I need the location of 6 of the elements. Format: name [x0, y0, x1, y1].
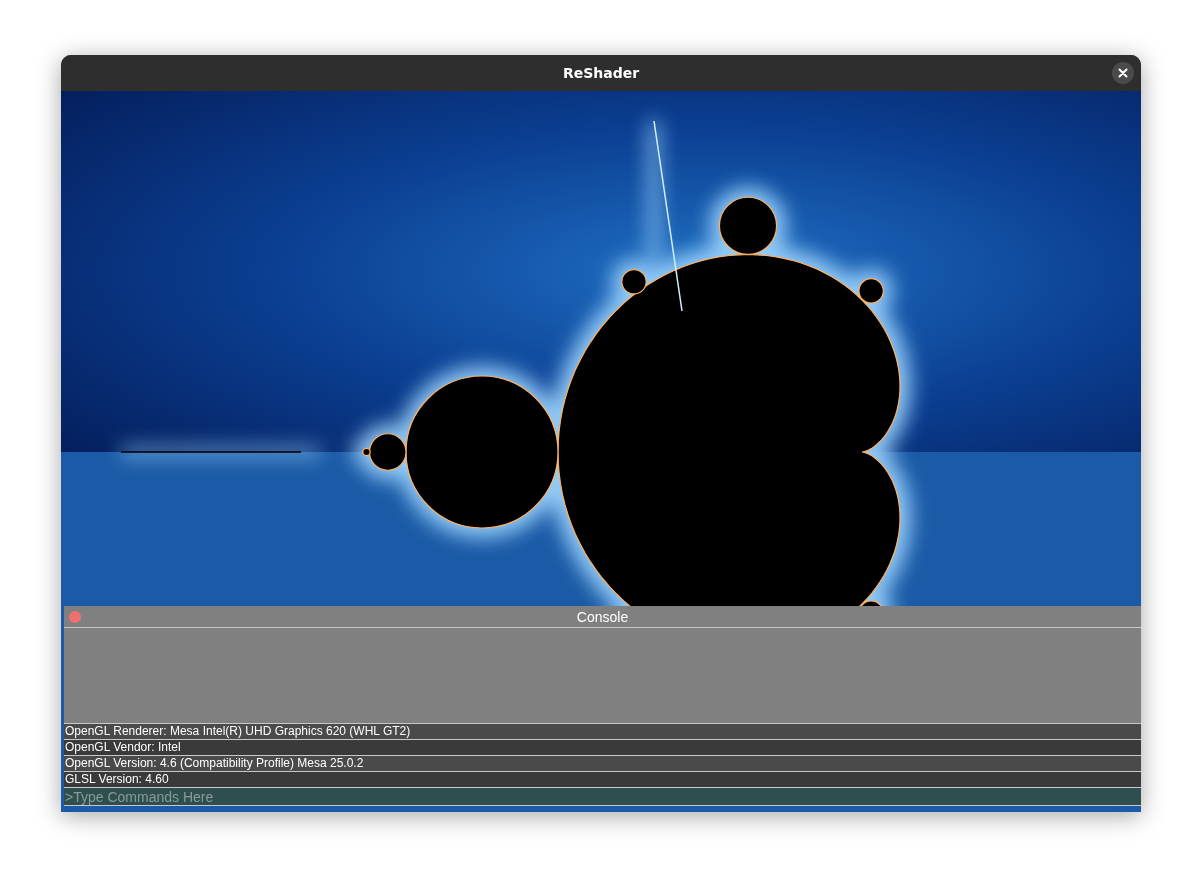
close-icon [1118, 68, 1128, 78]
close-dot-icon[interactable] [69, 611, 81, 623]
console-title: Console [576, 608, 629, 625]
close-button[interactable] [1112, 62, 1134, 84]
command-input-field[interactable]: >Type Commands Here [64, 788, 1141, 806]
window-title: ReShader [562, 65, 640, 81]
